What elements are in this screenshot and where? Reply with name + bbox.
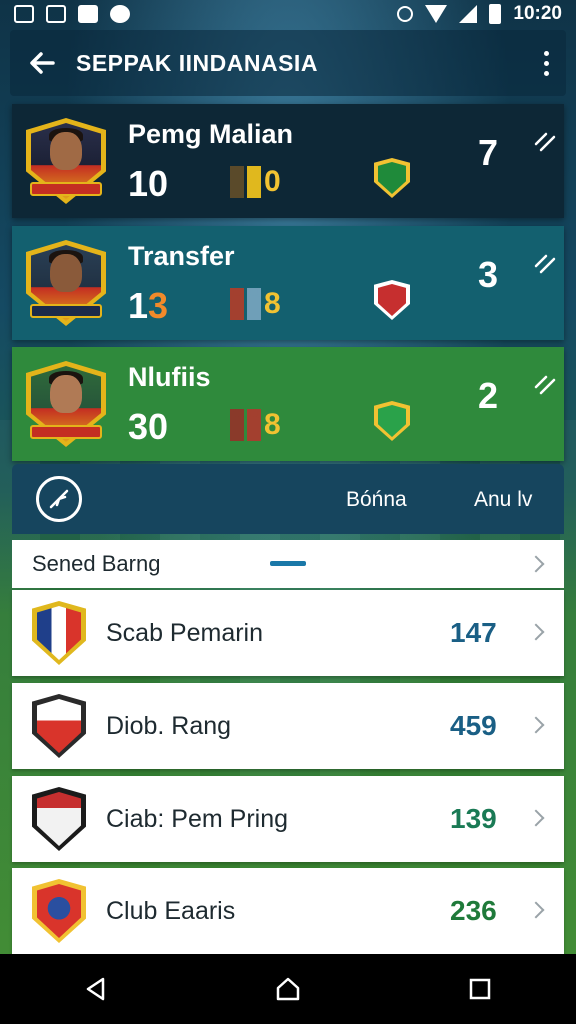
tab-strip: Bóńna Anu lv (12, 464, 564, 534)
player-avatar (26, 118, 106, 204)
flag-icon (78, 5, 98, 23)
nav-back-icon[interactable] (66, 964, 126, 1014)
list-header[interactable]: Sened Barng (12, 540, 564, 588)
page-title: SEPPAK IINDANASIA (76, 49, 318, 76)
list-header-label: Sened Barng (32, 551, 161, 576)
player-score: 7 (478, 132, 499, 173)
player-number-main: 1 (128, 285, 149, 326)
shield-notification-icon (110, 5, 130, 23)
squad-figures-icon: 8 (230, 405, 296, 441)
squad-count: 0 (264, 165, 281, 198)
player-card[interactable]: Transfer 13 8 3 (12, 226, 564, 340)
more-vert-icon[interactable] (526, 35, 566, 91)
club-badge-icon (374, 401, 410, 441)
gallery-icon (14, 5, 34, 23)
nav-home-icon[interactable] (258, 964, 318, 1014)
list-item-value: 147 (450, 617, 497, 648)
arrow-left-icon[interactable] (14, 35, 70, 91)
player-avatar (26, 240, 106, 326)
tab-anu[interactable]: Anu lv (474, 488, 532, 512)
player-card[interactable]: Nlufiis 30 8 2 (12, 347, 564, 461)
battery-icon (489, 4, 502, 24)
list-item[interactable]: Diob. Rang 459 (12, 683, 564, 769)
list-item[interactable]: Club Eaaris 236 (12, 868, 564, 954)
club-crest-icon (32, 601, 86, 665)
club-crest-icon (32, 879, 86, 943)
signal-icon (459, 5, 478, 23)
club-badge-icon (374, 158, 410, 198)
wifi-icon (425, 5, 448, 23)
club-crest-icon (32, 787, 86, 851)
player-name: Pemg Malian (128, 119, 294, 149)
location-icon (397, 6, 414, 22)
club-badge-icon (374, 280, 410, 320)
system-nav-bar (0, 954, 576, 1024)
edit-icon[interactable] (532, 373, 558, 399)
chart-icon (46, 5, 66, 23)
squad-count: 8 (264, 287, 281, 320)
status-bar: 10:20 (0, 0, 576, 28)
app-bar: SEPPAK IINDANASIA (10, 30, 566, 96)
status-right-icons: 10:20 (397, 3, 562, 25)
edit-icon[interactable] (532, 252, 558, 278)
player-avatar (26, 361, 106, 447)
club-crest-icon (32, 694, 86, 758)
list-item-value: 236 (450, 895, 497, 926)
tab-bona[interactable]: Bóńna (346, 488, 407, 512)
list-item[interactable]: Ciab: Pem Pring 139 (12, 776, 564, 862)
status-time: 10:20 (513, 3, 562, 24)
list-item-value: 139 (450, 803, 497, 834)
player-number-accent: 3 (148, 285, 169, 326)
chevron-right-icon (527, 555, 545, 573)
player-card[interactable]: Pemg Malian 10 0 7 (12, 104, 564, 218)
squad-figures-icon: 0 (230, 162, 296, 198)
player-name: Nlufiis (128, 362, 211, 392)
compass-icon[interactable] (36, 476, 82, 522)
squad-figures-icon: 8 (230, 284, 296, 320)
list-item-value: 459 (450, 710, 497, 741)
active-indicator (270, 561, 306, 566)
edit-icon[interactable] (532, 130, 558, 156)
player-score: 2 (478, 375, 499, 416)
player-name: Transfer (128, 241, 235, 271)
squad-count: 8 (264, 408, 281, 441)
status-left-icons (14, 5, 130, 23)
player-score: 3 (478, 254, 499, 295)
nav-recents-icon[interactable] (450, 964, 510, 1014)
list-item[interactable]: Scab Pemarin 147 (12, 590, 564, 676)
